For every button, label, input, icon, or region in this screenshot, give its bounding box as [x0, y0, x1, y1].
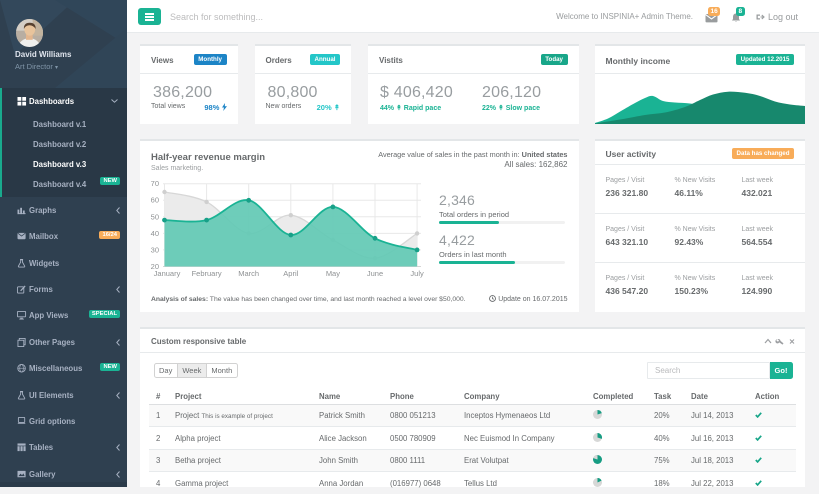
svg-text:March: March — [238, 269, 259, 278]
svg-text:40: 40 — [151, 229, 159, 238]
svg-text:50: 50 — [151, 212, 159, 221]
svg-text:June: June — [367, 269, 383, 278]
svg-text:May: May — [326, 269, 340, 278]
svg-text:70: 70 — [151, 179, 159, 188]
svg-text:30: 30 — [151, 245, 159, 254]
svg-text:60: 60 — [151, 196, 159, 205]
svg-text:February: February — [192, 269, 222, 278]
svg-text:January: January — [154, 269, 181, 278]
svg-text:April: April — [283, 269, 298, 278]
svg-text:July: July — [410, 269, 424, 278]
